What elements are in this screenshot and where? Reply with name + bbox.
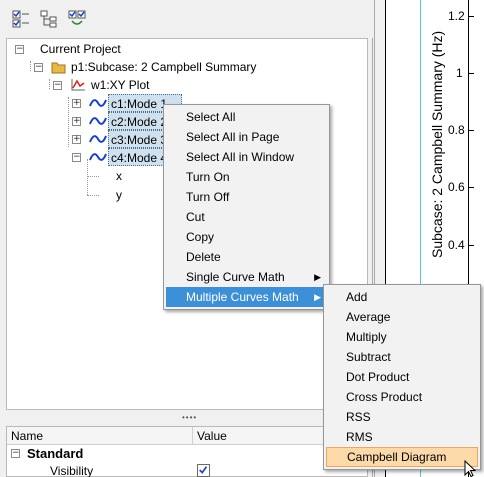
tree-item-label: c4:Mode 4	[111, 151, 168, 165]
y-tick-label: 0.8	[448, 123, 465, 137]
tree-item-window[interactable]: w1:XY Plot	[91, 76, 149, 94]
menu-item-turn-on[interactable]: Turn On	[166, 167, 327, 187]
checklist-icon[interactable]	[12, 10, 30, 28]
curve-icon	[89, 117, 107, 125]
curve-icon	[89, 135, 107, 143]
y-tick-label: 0.6	[448, 180, 465, 194]
panel-splitter[interactable]: ••••	[0, 410, 373, 426]
menu-item-single-curve-math[interactable]: Single Curve Math ▶	[166, 267, 327, 287]
y-tick-mark	[468, 245, 474, 246]
submenu-item-add[interactable]: Add	[326, 287, 478, 307]
tree-item-axis-x[interactable]: x	[116, 167, 122, 185]
curve-icon	[89, 99, 107, 107]
submenu-item-subtract[interactable]: Subtract	[326, 347, 478, 367]
y-axis-label: Subcase: 2 Campbell Summary (Hz)	[429, 30, 445, 258]
menu-item-delete[interactable]: Delete	[166, 247, 327, 267]
tree-item-label: c2:Mode 2	[111, 115, 168, 129]
tree-item-label: Current Project	[40, 42, 121, 56]
hierarchy-icon[interactable]	[40, 10, 58, 28]
submenu-item-rms[interactable]: RMS	[326, 427, 478, 447]
menu-item-select-all[interactable]: Select All	[166, 107, 327, 127]
collapse-icon[interactable]: −	[34, 63, 43, 72]
submenu-item-campbell-diagram[interactable]: Campbell Diagram	[326, 447, 478, 467]
property-name: Visibility	[50, 464, 94, 477]
expand-icon[interactable]: +	[72, 99, 81, 108]
y-tick-mark	[468, 73, 474, 74]
mouse-cursor-icon	[464, 460, 477, 477]
submenu-item-multiply[interactable]: Multiply	[326, 327, 478, 347]
submenu-item-average[interactable]: Average	[326, 307, 478, 327]
visibility-checkbox[interactable]	[197, 464, 210, 477]
tree-item-label: w1:XY Plot	[91, 78, 150, 92]
tree-item-label: p1:Subcase: 2 Campbell Summary	[71, 60, 257, 74]
collapse-icon[interactable]: −	[11, 449, 20, 458]
menu-item-label: Single Curve Math	[186, 270, 285, 284]
menu-item-label: Multiple Curves Math	[186, 290, 299, 304]
submenu-arrow-icon: ▶	[314, 272, 321, 282]
y-tick-mark	[468, 16, 474, 17]
browser-toolbar	[0, 0, 373, 38]
menu-item-select-all-in-page[interactable]: Select All in Page	[166, 127, 327, 147]
menu-item-turn-off[interactable]: Turn Off	[166, 187, 327, 207]
submenu-multiple-curves-math: Add Average Multiply Subtract Dot Produc…	[323, 284, 481, 470]
y-tick-label: 0.4	[448, 238, 465, 252]
tree-item-root[interactable]: Current Project	[40, 40, 121, 58]
menu-item-copy[interactable]: Copy	[166, 227, 327, 247]
menu-item-cut[interactable]: Cut	[166, 207, 327, 227]
property-section-title: Standard	[27, 446, 84, 461]
property-grid-header: Name Value	[7, 427, 367, 445]
tree-item-label: y	[116, 188, 122, 202]
tree-item-page[interactable]: p1:Subcase: 2 Campbell Summary	[71, 58, 256, 76]
submenu-item-dot-product[interactable]: Dot Product	[326, 367, 478, 387]
menu-item-multiple-curves-math[interactable]: Multiple Curves Math ▶	[166, 287, 327, 307]
context-menu: Select All Select All in Page Select All…	[163, 104, 330, 310]
y-tick-label: 1	[456, 66, 463, 80]
y-tick-mark	[468, 187, 474, 188]
expand-icon[interactable]: +	[72, 117, 81, 126]
collapse-icon[interactable]: −	[15, 45, 24, 54]
y-tick-label: 1.2	[448, 9, 465, 23]
tree-item-label: x	[116, 169, 122, 183]
submenu-arrow-icon: ▶	[314, 292, 321, 302]
property-grid: Name Value − Standard Visibility	[6, 426, 368, 477]
submenu-item-rss[interactable]: RSS	[326, 407, 478, 427]
collapse-icon[interactable]: −	[53, 81, 62, 90]
sync-selection-icon[interactable]	[68, 10, 86, 28]
collapse-icon[interactable]: −	[72, 153, 81, 162]
tree-item-axis-y[interactable]: y	[116, 186, 122, 204]
xy-plot-icon	[71, 79, 85, 91]
submenu-item-cross-product[interactable]: Cross Product	[326, 387, 478, 407]
menu-item-select-all-in-window[interactable]: Select All in Window	[166, 147, 327, 167]
folder-icon	[51, 62, 66, 74]
expand-icon[interactable]: +	[72, 135, 81, 144]
y-tick-mark	[468, 130, 474, 131]
curve-icon	[89, 153, 107, 161]
tree-item-label: c1:Mode 1	[111, 97, 168, 111]
column-header-name[interactable]: Name	[7, 427, 193, 445]
tree-item-label: c3:Mode 3	[111, 133, 168, 147]
